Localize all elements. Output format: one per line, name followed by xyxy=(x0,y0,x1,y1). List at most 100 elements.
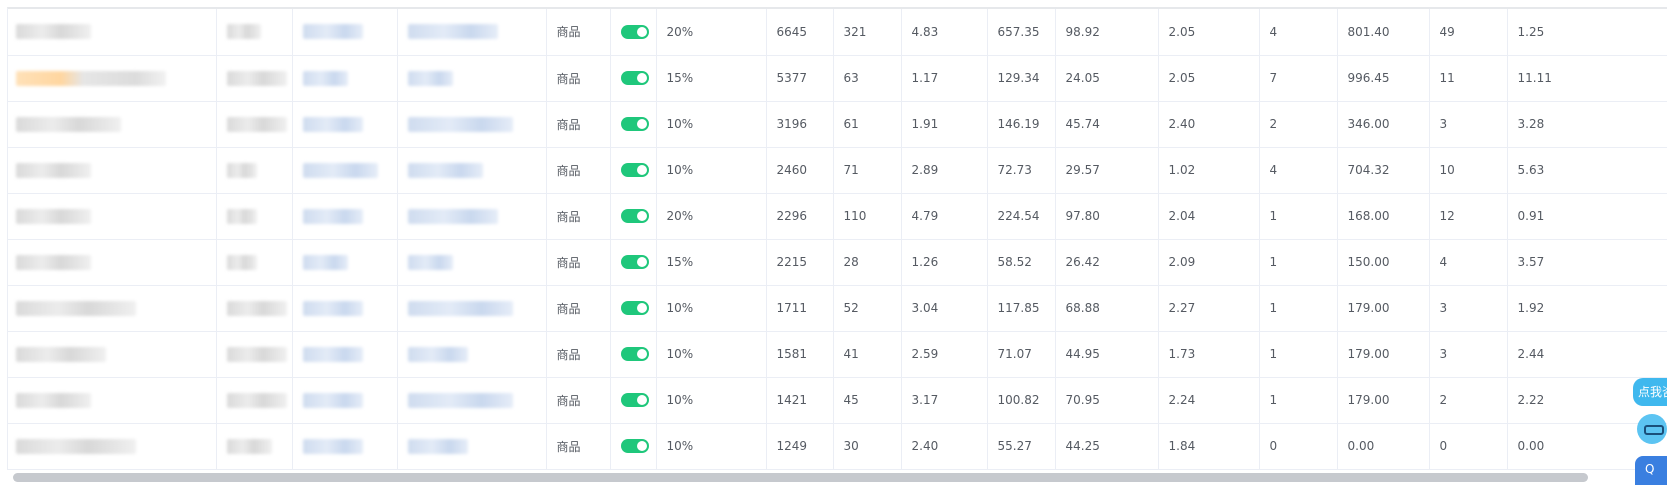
redacted-text xyxy=(302,254,348,270)
table-row[interactable]: 商品 20% 2296 110 4.79 224.54 97.80 2.04 1 168.00 12… xyxy=(8,193,1667,240)
toggle-cell xyxy=(610,423,657,470)
metric-cell-1: 2460 xyxy=(766,147,834,194)
metric-cell-6: 1.02 xyxy=(1158,147,1260,194)
rate-cell: 10% xyxy=(656,285,767,332)
metric-cell-2: 63 xyxy=(833,55,902,102)
metric-cell-2: 71 xyxy=(833,147,902,194)
redacted-cell xyxy=(216,285,293,332)
metric-cell-10: 3.28 xyxy=(1507,101,1667,148)
table-row[interactable]: 商品 10% 1421 45 3.17 100.82 70.95 2.24 1 179.00 2 2.… xyxy=(8,377,1667,424)
metric-cell-8: 179.00 xyxy=(1337,285,1430,332)
status-toggle[interactable] xyxy=(620,209,649,224)
redacted-cell xyxy=(397,147,547,194)
type-cell: 商品 xyxy=(546,377,611,424)
mascot-icon[interactable] xyxy=(1637,414,1667,444)
metric-cell-8: 801.40 xyxy=(1337,9,1430,56)
type-cell: 商品 xyxy=(546,285,611,332)
redacted-text xyxy=(226,162,257,178)
metric-cell-6: 1.84 xyxy=(1158,423,1260,470)
metric-cell-4: 55.27 xyxy=(987,423,1056,470)
type-cell: 商品 xyxy=(546,101,611,148)
status-toggle[interactable] xyxy=(620,439,649,454)
redacted-cell xyxy=(292,331,398,378)
table-row[interactable]: 商品 10% 1249 30 2.40 55.27 44.25 1.84 0 0.00 0 0.00 xyxy=(8,423,1667,470)
table-row[interactable]: 商品 10% 2460 71 2.89 72.73 29.57 1.02 4 704.32 10 5.… xyxy=(8,147,1667,194)
metric-cell-8: 179.00 xyxy=(1337,377,1430,424)
metric-cell-5: 98.92 xyxy=(1055,9,1159,56)
table-row[interactable]: 商品 20% 6645 321 4.83 657.35 98.92 2.05 4 801.40 49… xyxy=(8,9,1667,56)
table-row[interactable]: 商品 10% 3196 61 1.91 146.19 45.74 2.40 2 346.00 3 3.… xyxy=(8,101,1667,148)
rate-cell: 10% xyxy=(656,147,767,194)
status-toggle[interactable] xyxy=(620,347,649,362)
table-row[interactable]: 商品 15% 2215 28 1.26 58.52 26.42 2.09 1 150.00 4 3.5… xyxy=(8,239,1667,286)
redacted-text xyxy=(16,254,91,270)
rate-cell: 10% xyxy=(656,101,767,148)
metric-cell-2: 30 xyxy=(833,423,902,470)
metric-cell-10: 2.44 xyxy=(1507,331,1667,378)
metric-cell-4: 117.85 xyxy=(987,285,1056,332)
metric-cell-7: 7 xyxy=(1259,55,1338,102)
metric-cell-4: 71.07 xyxy=(987,331,1056,378)
redacted-cell xyxy=(292,285,398,332)
redacted-cell xyxy=(216,147,293,194)
metric-cell-6: 2.04 xyxy=(1158,193,1260,240)
redacted-cell xyxy=(397,239,547,286)
redacted-text xyxy=(407,254,453,270)
chat-icon[interactable]: Q xyxy=(1635,456,1667,485)
metric-cell-7: 4 xyxy=(1259,9,1338,56)
toggle-cell xyxy=(610,193,657,240)
metric-cell-5: 45.74 xyxy=(1055,101,1159,148)
metric-cell-4: 72.73 xyxy=(987,147,1056,194)
status-toggle[interactable] xyxy=(620,117,649,132)
metric-cell-5: 44.25 xyxy=(1055,423,1159,470)
rate-cell: 20% xyxy=(656,193,767,240)
table-row[interactable]: 商品 15% 5377 63 1.17 129.34 24.05 2.05 7 996.45 11 1… xyxy=(8,55,1667,102)
status-toggle[interactable] xyxy=(620,25,649,39)
type-cell: 商品 xyxy=(546,193,611,240)
metric-cell-3: 2.59 xyxy=(901,331,988,378)
redacted-text xyxy=(302,116,363,132)
metric-cell-2: 321 xyxy=(833,9,902,56)
help-bubble[interactable]: 点我咨询 xyxy=(1633,378,1667,406)
table-row[interactable]: 商品 10% 1581 41 2.59 71.07 44.95 1.73 1 179.00 3 2.4… xyxy=(8,331,1667,378)
redacted-text xyxy=(407,346,468,362)
metric-cell-5: 29.57 xyxy=(1055,147,1159,194)
metric-cell-1: 1421 xyxy=(766,377,834,424)
metric-cell-7: 4 xyxy=(1259,147,1338,194)
rate-cell: 10% xyxy=(656,377,767,424)
rate-cell: 10% xyxy=(656,331,767,378)
metric-cell-6: 2.05 xyxy=(1158,55,1260,102)
status-toggle[interactable] xyxy=(620,301,649,316)
status-toggle[interactable] xyxy=(620,71,649,86)
redacted-cell xyxy=(216,55,293,102)
type-cell: 商品 xyxy=(546,147,611,194)
redacted-cell xyxy=(292,55,398,102)
redacted-cell xyxy=(8,101,217,148)
help-widget[interactable]: 点我咨询 Q xyxy=(1627,378,1667,485)
type-cell: 商品 xyxy=(546,55,611,102)
redacted-cell xyxy=(292,147,398,194)
redacted-cell xyxy=(216,193,293,240)
type-cell: 商品 xyxy=(546,423,611,470)
table-row[interactable]: 商品 10% 1711 52 3.04 117.85 68.88 2.27 1 179.00 3 1.… xyxy=(8,285,1667,332)
status-toggle[interactable] xyxy=(620,255,649,270)
status-toggle[interactable] xyxy=(620,393,649,408)
redacted-cell xyxy=(292,193,398,240)
metric-cell-1: 5377 xyxy=(766,55,834,102)
redacted-text xyxy=(407,162,483,178)
scrollbar-thumb[interactable] xyxy=(13,473,1588,482)
redacted-cell xyxy=(216,239,293,286)
metric-cell-1: 2215 xyxy=(766,239,834,286)
status-toggle[interactable] xyxy=(620,163,649,178)
metric-cell-5: 68.88 xyxy=(1055,285,1159,332)
redacted-text xyxy=(407,24,498,40)
metric-cell-6: 2.05 xyxy=(1158,9,1260,56)
redacted-cell xyxy=(8,239,217,286)
horizontal-scrollbar[interactable] xyxy=(7,470,1667,485)
metric-cell-6: 2.27 xyxy=(1158,285,1260,332)
metric-cell-6: 2.09 xyxy=(1158,239,1260,286)
redacted-cell xyxy=(397,101,547,148)
redacted-text xyxy=(302,208,363,224)
metric-cell-3: 2.40 xyxy=(901,423,988,470)
metric-cell-9: 11 xyxy=(1429,55,1508,102)
